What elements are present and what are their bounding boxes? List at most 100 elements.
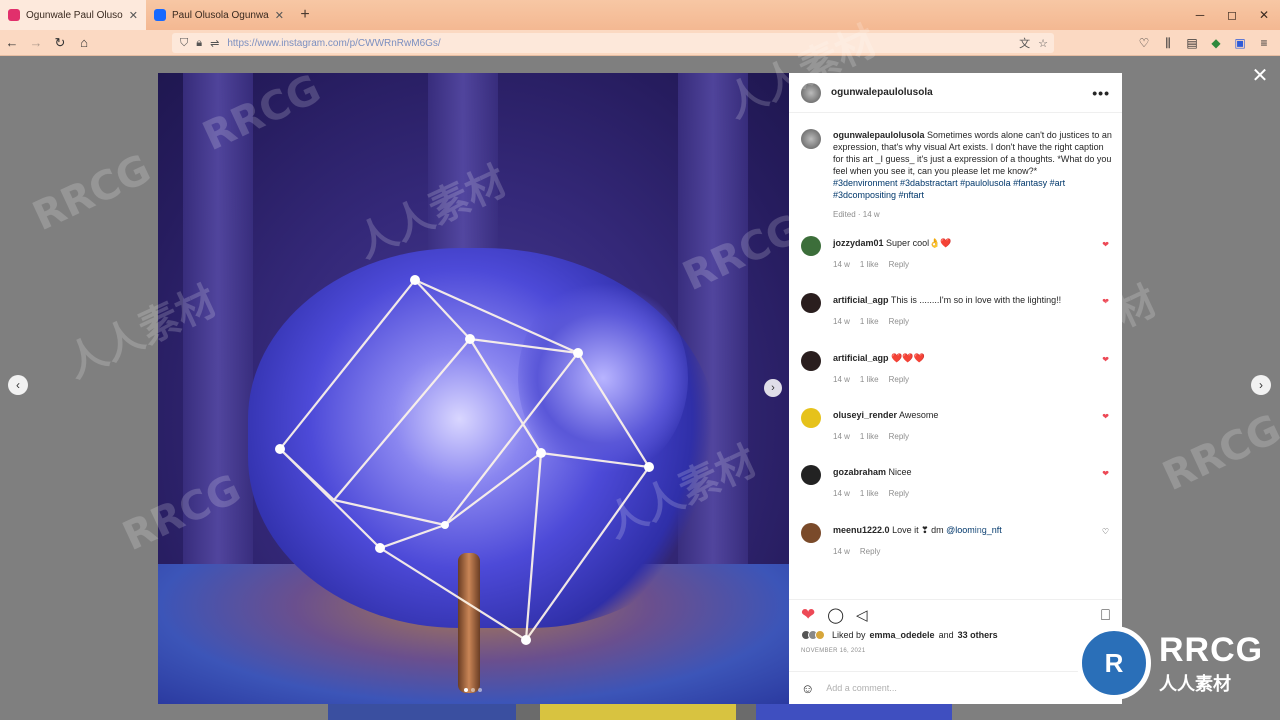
comment-mention[interactable]: @looming_nft [946,525,1002,535]
avatar[interactable] [801,351,821,371]
instagram-favicon-icon [8,9,20,21]
comment-text: jozzydam01 Super cool👌❤️ [833,238,952,249]
avatar[interactable] [801,82,821,103]
comment-meta: 14 w 1 like Reply [833,432,909,441]
translate-extension-icon[interactable]: ▣ [1230,36,1250,50]
sidebar-icon[interactable]: ▤ [1182,36,1202,50]
post-image[interactable]: › [158,73,789,704]
close-tab-icon[interactable]: ✕ [129,9,138,22]
comment-body: Nicee [888,467,912,477]
maximize-button[interactable]: ◻ [1216,0,1248,30]
reply-button[interactable]: Reply [889,317,909,326]
avatar[interactable] [801,236,821,256]
avatar[interactable] [801,523,821,543]
previous-post-button[interactable]: ‹ [8,375,28,395]
reply-button[interactable]: Reply [889,489,909,498]
comment-username[interactable]: artificial_agp [833,353,889,363]
share-paper-plane-icon[interactable]: ◁ [856,606,868,624]
comment-bubble-icon[interactable]: ◯ [827,606,844,624]
avatar[interactable] [801,408,821,428]
caption-hashtags[interactable]: #3denvironment #3dabstractart #pauloluso… [833,177,1113,201]
comment-heart-icon[interactable]: ❤ [1102,412,1109,421]
avatar[interactable] [801,465,821,485]
back-button[interactable]: ← [0,30,24,56]
avatar[interactable] [801,129,821,149]
comment-heart-icon[interactable]: ❤ [1102,240,1109,249]
comment-username[interactable]: jozzydam01 [833,238,884,248]
save-bookmark-icon[interactable]: ⎕ [1101,607,1110,624]
comment-body: Awesome [899,410,939,420]
like-heart-icon[interactable]: ❤ [801,605,815,625]
new-tab-button[interactable]: + [292,0,318,30]
close-window-button[interactable]: ✕ [1248,0,1280,30]
comment-username[interactable]: artificial_agp [833,295,889,305]
address-bar[interactable]: ⛉ 🔒︎ ⇌ https://www.instagram.com/p/CWWRn… [172,33,1054,53]
translate-icon[interactable]: 文 [1019,35,1030,51]
comment-likes[interactable]: 1 like [860,260,879,269]
close-modal-icon[interactable]: ✕ [1250,66,1270,86]
comment-likes[interactable]: 1 like [860,375,879,384]
menu-icon[interactable]: ≡ [1254,36,1274,50]
comment-item: artificial_agp ❤️❤️❤️ 14 w 1 like Reply ❤ [801,351,1113,401]
comment-likes[interactable]: 1 like [860,489,879,498]
comment-item: artificial_agp This is ........I'm so in… [801,293,1113,343]
next-post-button[interactable]: › [1251,375,1271,395]
liked-by-others[interactable]: 33 others [958,630,998,640]
comment-item: gozabraham Nicee 14 w 1 like Reply ❤ [801,465,1113,515]
tab-instagram[interactable]: Ogunwale Paul Olusola (@ogu ✕ [0,0,146,30]
caption-username[interactable]: ogunwalepaulolusola [833,130,925,140]
comment-meta: 14 w 1 like Reply [833,375,909,384]
comment-item: jozzydam01 Super cool👌❤️ 14 w 1 like Reply… [801,236,1113,286]
likes-summary: Liked by emma_odedele and 33 others [801,630,1110,640]
tab-behance[interactable]: Paul Olusola Ogunwale on Beh ✕ [146,0,292,30]
comment-item: oluseyi_render Awesome 14 w 1 like Reply ❤ [801,408,1113,458]
permissions-icon[interactable]: ⇌ [210,37,219,50]
bookmark-star-icon[interactable]: ☆ [1038,37,1048,50]
logo-sub-text: 人人素材 [1159,673,1231,694]
reply-button[interactable]: Reply [889,260,909,269]
comment-likes[interactable]: 1 like [860,432,879,441]
reload-button[interactable]: ↻ [48,30,72,56]
caption-meta: Edited · 14 w [833,210,880,219]
next-image-button[interactable]: › [764,379,782,397]
emoji-smile-icon[interactable]: ☺ [801,681,814,696]
library-icon[interactable]: ⫼ [1158,36,1178,51]
pocket-icon[interactable]: ♡ [1134,36,1154,50]
reply-button[interactable]: Reply [889,432,909,441]
more-options-icon[interactable]: ••• [1092,85,1110,101]
avatar[interactable] [801,293,821,313]
extension-icon[interactable]: ◆ [1206,36,1226,50]
comment-username[interactable]: oluseyi_render [833,410,897,420]
liked-by-user[interactable]: emma_odedele [870,630,935,640]
comment-username[interactable]: gozabraham [833,467,886,477]
comment-heart-icon[interactable]: ❤ [1102,297,1109,306]
post-username[interactable]: ogunwalepaulolusola [831,87,1092,98]
comment-heart-outline-icon[interactable]: ♡ [1102,527,1109,536]
reply-button[interactable]: Reply [860,547,880,556]
window-controls: ─ ◻ ✕ [1184,0,1280,30]
logo-brand-text: RRCG [1159,630,1264,669]
comment-heart-icon[interactable]: ❤ [1102,469,1109,478]
comment-time: 14 w [833,489,850,498]
comment-meta: 14 w 1 like Reply [833,489,909,498]
forward-button[interactable]: → [24,30,48,56]
post-side-panel: ogunwalepaulolusola ••• ogunwalepaulolus… [789,73,1122,704]
comment-time: 14 w [833,375,850,384]
comment-text: artificial_agp ❤️❤️❤️ [833,353,925,364]
comment-heart-icon[interactable]: ❤ [1102,355,1109,364]
close-tab-icon[interactable]: ✕ [275,9,284,22]
comment-input[interactable]: Add a comment... [826,683,897,693]
url-text[interactable]: https://www.instagram.com/p/CWWRnRwM6Gs/ [227,38,440,49]
shield-icon[interactable]: ⛉ [180,37,188,50]
comment-username[interactable]: meenu1222.0 [833,525,890,535]
lock-icon[interactable]: 🔒︎ [196,37,202,50]
comment-body: ❤️❤️❤️ [891,353,925,363]
comment-likes[interactable]: 1 like [860,317,879,326]
post-actions: ❤ ◯ ◁ ⎕ Liked by emma_odedele and 33 oth… [789,599,1122,654]
reply-button[interactable]: Reply [889,375,909,384]
comment-text: meenu1222.0 Love it ❣ dm @looming_nft [833,525,1002,536]
minimize-button[interactable]: ─ [1184,0,1216,30]
home-button[interactable]: ⌂ [72,30,96,56]
post-date: NOVEMBER 16, 2021 [801,648,866,654]
liked-by-label: Liked by [832,630,866,640]
